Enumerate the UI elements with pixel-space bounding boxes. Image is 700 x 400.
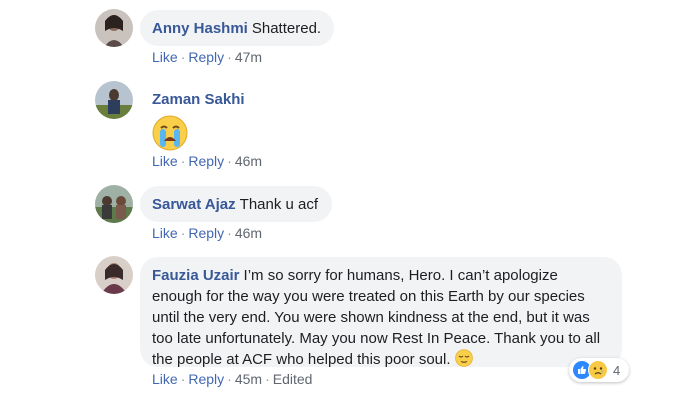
like-link[interactable]: Like (152, 153, 178, 169)
separator: · (180, 49, 186, 65)
comment-text-line: until the very end. You were shown kindn… (152, 309, 590, 326)
comment-text: I’m so sorry for humans, Hero. I can’t a… (243, 267, 558, 284)
separator: · (180, 225, 186, 241)
reply-link[interactable]: Reply (188, 153, 224, 169)
separator: · (180, 153, 186, 169)
reply-link[interactable]: Reply (188, 225, 224, 241)
comment-timestamp[interactable]: 45m (235, 371, 262, 387)
separator: · (227, 371, 232, 387)
comment-author[interactable]: Fauzia Uzair (152, 267, 240, 284)
reactions-summary[interactable]: 4 (569, 358, 629, 382)
like-link[interactable]: Like (152, 49, 178, 65)
reply-link[interactable]: Reply (188, 49, 224, 65)
comment-timestamp[interactable]: 46m (235, 225, 262, 241)
avatar[interactable] (95, 185, 133, 223)
comment-text: the people at ACF who helped this poor s… (152, 351, 451, 368)
comment-actions: Like · Reply · 45m · Edited (152, 371, 312, 387)
comment-author[interactable]: Zaman Sakhi (152, 91, 245, 108)
separator: · (180, 371, 186, 387)
reply-link[interactable]: Reply (188, 371, 224, 387)
separator: · (227, 49, 232, 65)
separator: · (227, 153, 232, 169)
separator: · (265, 371, 270, 387)
comment-text: Thank u acf (239, 196, 319, 213)
crying-face-emoji (152, 115, 188, 151)
avatar[interactable] (95, 9, 133, 47)
comment-bubble: Anny Hashmi Shattered. (140, 10, 334, 46)
avatar[interactable] (95, 81, 133, 119)
comment-timestamp[interactable]: 46m (235, 153, 262, 169)
comment-actions: Like · Reply · 46m (152, 225, 262, 241)
like-link[interactable]: Like (152, 371, 178, 387)
sad-reaction-icon (588, 360, 608, 380)
comment-author[interactable]: Anny Hashmi (152, 20, 248, 37)
comment-actions: Like · Reply · 46m (152, 153, 262, 169)
comment-bubble: Fauzia Uzair I’m so sorry for humans, Her… (140, 257, 622, 370)
avatar[interactable] (95, 256, 133, 294)
comment-text: Shattered. (251, 20, 322, 37)
relieved-face-emoji (454, 349, 473, 367)
separator: · (227, 225, 232, 241)
comment-timestamp[interactable]: 47m (235, 49, 262, 65)
comment-text-line: enough for the way you were treated on t… (152, 288, 585, 305)
comment-actions: Like · Reply · 47m (152, 49, 262, 65)
comment-author[interactable]: Sarwat Ajaz (152, 196, 236, 213)
comment-bubble: Sarwat Ajaz Thank u acf (140, 186, 332, 222)
comment-text-line: the people at ACF who helped this poor s… (152, 349, 610, 370)
comment-text-line: Fauzia Uzair I’m so sorry for humans, Her… (152, 265, 610, 286)
reaction-count: 4 (613, 362, 621, 378)
comment-text-line: too late unfortunately. May you now Rest… (152, 330, 601, 347)
like-link[interactable]: Like (152, 225, 178, 241)
edited-label: Edited (272, 371, 313, 387)
